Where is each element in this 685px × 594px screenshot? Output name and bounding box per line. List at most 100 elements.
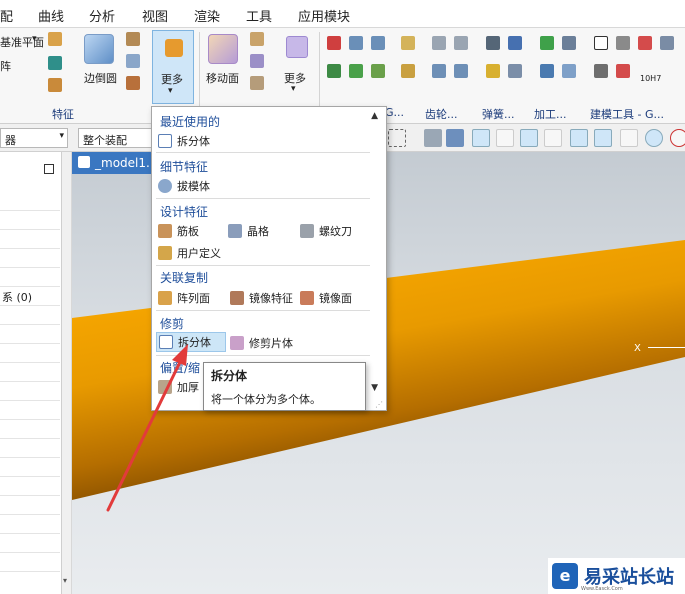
pmi-icon[interactable] xyxy=(660,36,674,50)
navigator-row[interactable] xyxy=(0,420,60,439)
snap-point-icon[interactable] xyxy=(472,129,490,147)
snap-curve-icon[interactable] xyxy=(544,129,562,147)
datum-plane-label[interactable]: 基准平面 xyxy=(0,34,44,50)
navigator-row[interactable] xyxy=(0,401,60,420)
resize-grip-icon[interactable]: ⋰ xyxy=(375,400,383,409)
navigator-row[interactable] xyxy=(0,363,60,382)
shell-icon[interactable] xyxy=(48,78,62,92)
machining-feature-icon[interactable] xyxy=(540,64,554,78)
type-filter-select[interactable]: 器 ▾ xyxy=(0,128,68,148)
navigator-row[interactable]: 系 (0) xyxy=(0,287,60,306)
menu-item-rib[interactable]: 筋板 xyxy=(158,221,199,241)
menu-item-thread-tool[interactable]: 螺纹刀 xyxy=(300,221,352,241)
select-body-icon[interactable] xyxy=(446,129,464,147)
tolerance-label[interactable]: 10H7 xyxy=(640,74,661,83)
menu-item-curve[interactable]: 曲线 xyxy=(38,6,64,25)
navigator-row[interactable] xyxy=(0,439,60,458)
menu-item-view[interactable]: 视图 xyxy=(142,6,168,25)
menu-item-analysis[interactable]: 分析 xyxy=(89,6,115,25)
navigator-row[interactable] xyxy=(0,325,60,344)
triangle-icon[interactable] xyxy=(594,36,608,50)
dropdown-arrow-icon[interactable]: ▾ xyxy=(32,34,37,44)
surface-icon[interactable] xyxy=(349,36,363,50)
machining-path-icon[interactable] xyxy=(562,64,576,78)
menu-item-lattice[interactable]: 晶格 xyxy=(228,221,269,241)
navigator-row[interactable] xyxy=(0,553,60,572)
chamfer-icon[interactable] xyxy=(126,32,140,46)
snap-wave-icon[interactable] xyxy=(594,129,612,147)
menu-item-render[interactable]: 渲染 xyxy=(194,6,220,25)
navigator-row[interactable] xyxy=(0,534,60,553)
spring-delete-icon[interactable] xyxy=(508,64,522,78)
navigator-row[interactable] xyxy=(0,306,60,325)
tab-model1[interactable]: _model1. xyxy=(72,152,152,174)
move-face-icon[interactable] xyxy=(208,34,238,64)
navigator-row[interactable] xyxy=(0,249,60,268)
snap-line-icon[interactable] xyxy=(520,129,538,147)
menu-item-draft-body[interactable]: 拔模体 xyxy=(158,176,210,196)
gear-mesh-icon[interactable] xyxy=(454,36,468,50)
navigator-row[interactable] xyxy=(0,382,60,401)
extend-icon[interactable] xyxy=(327,64,341,78)
snap-center-icon[interactable] xyxy=(645,129,663,147)
scroll-down-icon[interactable]: ▾ xyxy=(63,576,67,585)
spring-edit-icon[interactable] xyxy=(508,36,522,50)
menu-item-trim-sheet[interactable]: 修剪片体 xyxy=(230,333,293,353)
snap-intersection-icon[interactable] xyxy=(620,129,638,147)
unite-icon[interactable] xyxy=(48,56,62,70)
navigator-row[interactable] xyxy=(0,268,60,287)
snap-quadrant-icon[interactable] xyxy=(670,129,685,147)
menu-item-split-body-recent[interactable]: 拆分体 xyxy=(158,131,210,151)
gear-icon[interactable] xyxy=(432,36,446,50)
chevron-down-icon[interactable]: ▾ xyxy=(291,84,296,94)
synchronous-more-icon[interactable] xyxy=(286,36,308,58)
table-icon[interactable] xyxy=(638,36,652,50)
navigator-row[interactable] xyxy=(0,211,60,230)
menu-item-user-defined[interactable]: 用户定义 xyxy=(158,243,221,263)
menu-item-mirror-face[interactable]: 镜像面 xyxy=(300,288,352,308)
machining-tool-icon[interactable] xyxy=(562,36,576,50)
navigator-row[interactable] xyxy=(0,344,60,363)
mesh-icon[interactable] xyxy=(371,36,385,50)
machining-check-icon[interactable] xyxy=(540,36,554,50)
replace-face-icon[interactable] xyxy=(250,54,264,68)
spline-icon[interactable] xyxy=(401,64,415,78)
navigator-row[interactable] xyxy=(0,458,60,477)
navigator-scrollbar[interactable]: ▾ xyxy=(62,152,72,594)
move-face-label[interactable]: 移动面 xyxy=(206,70,239,86)
thread-icon[interactable] xyxy=(401,36,415,50)
menu-item-application[interactable]: 应用模块 xyxy=(298,6,350,25)
draft-icon[interactable] xyxy=(126,54,140,68)
edge-blend-label[interactable]: 边倒圆 xyxy=(84,70,117,86)
menu-item-tools[interactable]: 工具 xyxy=(246,6,272,25)
sew-icon[interactable] xyxy=(349,64,363,78)
delete-face-icon[interactable] xyxy=(250,76,264,90)
snap-midpoint-icon[interactable] xyxy=(570,129,588,147)
edge-blend-icon[interactable] xyxy=(84,34,114,64)
snap-end-icon[interactable] xyxy=(496,129,514,147)
scroll-up-icon[interactable]: ▲ xyxy=(371,111,378,121)
gear-analysis-icon[interactable] xyxy=(454,64,468,78)
scroll-down-icon[interactable]: ▼ xyxy=(371,383,378,393)
patch-icon[interactable] xyxy=(371,64,385,78)
menu-item-pattern-face[interactable]: 阵列面 xyxy=(158,288,210,308)
select-box-icon[interactable] xyxy=(388,129,406,147)
trim-body-icon[interactable] xyxy=(126,76,140,90)
hole-icon[interactable] xyxy=(48,32,62,46)
menu-item-edit[interactable]: 配 xyxy=(0,6,13,25)
gear-edit-icon[interactable] xyxy=(432,64,446,78)
offset-face-icon[interactable] xyxy=(250,32,264,46)
navigator-row[interactable] xyxy=(0,496,60,515)
navigator-row[interactable] xyxy=(0,192,60,211)
navigator-row[interactable] xyxy=(0,230,60,249)
curve-icon[interactable] xyxy=(327,36,341,50)
select-face-icon[interactable] xyxy=(424,129,442,147)
more-button-active[interactable]: 更多 ▾ xyxy=(152,30,194,104)
menu-item-mirror-feature[interactable]: 镜像特征 xyxy=(230,288,293,308)
sheet-icon[interactable] xyxy=(616,36,630,50)
part-list-icon[interactable] xyxy=(594,64,608,78)
navigator-row[interactable] xyxy=(0,515,60,534)
annotation-icon[interactable] xyxy=(616,64,630,78)
maximize-icon[interactable] xyxy=(44,164,54,174)
spring-icon[interactable] xyxy=(486,36,500,50)
